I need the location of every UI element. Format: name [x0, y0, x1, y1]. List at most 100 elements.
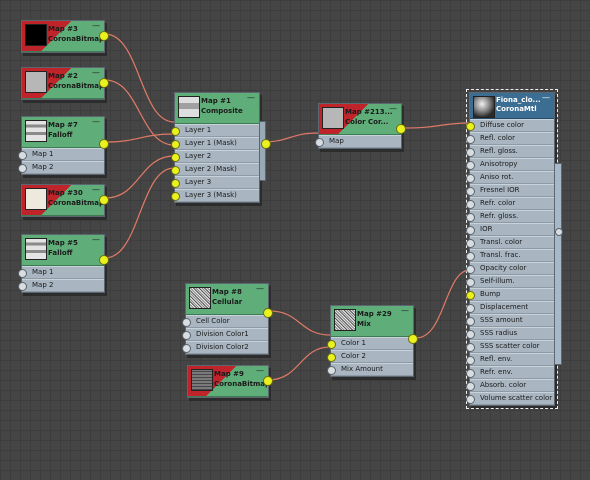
input-port[interactable]: Displacement [466, 301, 554, 314]
minimize-button[interactable]: — [92, 69, 100, 77]
input-socket[interactable] [466, 239, 475, 248]
input-port[interactable]: Refl. gloss. [466, 145, 554, 158]
input-port[interactable]: Cell Color [182, 315, 268, 328]
input-port[interactable]: SSS amount [466, 314, 554, 327]
output-socket[interactable] [261, 139, 271, 149]
input-port[interactable]: Map 1 [18, 148, 104, 161]
node-map7[interactable]: Map #7 Falloff — Map 1 Map 2 [18, 116, 109, 175]
node-header[interactable]: Fiona_clo... CoronaMtl — [470, 93, 554, 119]
input-port[interactable]: Transl. color [466, 236, 554, 249]
node-header[interactable]: Map #213... Color Cor... — [319, 104, 401, 135]
input-socket[interactable] [171, 127, 180, 136]
input-port[interactable]: SSS scatter color [466, 340, 554, 353]
input-socket[interactable] [466, 343, 475, 352]
minimize-button[interactable]: — [247, 94, 255, 102]
input-socket[interactable] [466, 356, 475, 365]
output-socket[interactable] [99, 195, 109, 205]
input-socket[interactable] [466, 122, 475, 131]
input-socket[interactable] [18, 269, 27, 278]
input-socket[interactable] [182, 318, 191, 327]
input-port[interactable]: Map [315, 135, 401, 148]
minimize-button[interactable]: — [92, 118, 100, 126]
output-socket[interactable] [99, 139, 109, 149]
input-port[interactable]: Refr. color [466, 197, 554, 210]
input-socket[interactable] [171, 192, 180, 201]
input-port[interactable]: Aniso rot. [466, 171, 554, 184]
input-socket[interactable] [466, 395, 475, 404]
input-socket[interactable] [466, 278, 475, 287]
input-socket[interactable] [327, 340, 336, 349]
input-port[interactable]: Layer 2 [171, 150, 259, 163]
node-header[interactable]: Map #29 Mix — [331, 306, 413, 337]
input-port[interactable]: Color 1 [327, 337, 413, 350]
minimize-button[interactable]: — [92, 186, 100, 194]
input-port[interactable]: Layer 3 [171, 176, 259, 189]
node-map2[interactable]: Map #2 CoronaBitmap — [21, 67, 109, 100]
input-socket[interactable] [171, 166, 180, 175]
input-socket[interactable] [466, 187, 475, 196]
input-socket[interactable] [466, 226, 475, 235]
input-socket[interactable] [18, 164, 27, 173]
input-port[interactable]: Map 1 [18, 266, 104, 279]
node-header[interactable]: Map #2 CoronaBitmap — [22, 68, 104, 99]
minimize-button[interactable]: — [256, 285, 264, 293]
input-port[interactable]: Refl. color [466, 132, 554, 145]
input-port[interactable]: Map 2 [18, 279, 104, 292]
input-socket[interactable] [182, 344, 191, 353]
input-port[interactable]: SSS radius [466, 327, 554, 340]
input-port[interactable]: Refr. gloss. [466, 210, 554, 223]
input-port[interactable]: Layer 2 (Mask) [171, 163, 259, 176]
minimize-button[interactable]: — [92, 236, 100, 244]
scroll-handle[interactable] [555, 228, 563, 236]
node-header[interactable]: Map #7 Falloff — [22, 117, 104, 148]
node-map5[interactable]: Map #5 Falloff — Map 1 Map 2 [18, 234, 109, 293]
output-socket[interactable] [99, 31, 109, 41]
input-socket[interactable] [466, 200, 475, 209]
output-socket[interactable] [263, 376, 273, 386]
input-port[interactable]: Diffuse color [466, 119, 554, 132]
input-socket[interactable] [466, 369, 475, 378]
input-socket[interactable] [327, 366, 336, 375]
input-port[interactable]: Map 2 [18, 161, 104, 174]
input-socket[interactable] [466, 382, 475, 391]
minimize-button[interactable]: — [401, 307, 409, 315]
minimize-button[interactable]: — [389, 105, 397, 113]
input-port[interactable]: Volume scatter color [466, 392, 554, 405]
input-port[interactable]: Anisotropy [466, 158, 554, 171]
input-socket[interactable] [466, 291, 475, 300]
input-port[interactable]: Division Color2 [182, 341, 268, 354]
input-port[interactable]: Bump [466, 288, 554, 301]
input-socket[interactable] [18, 282, 27, 291]
input-socket[interactable] [466, 317, 475, 326]
input-socket[interactable] [171, 179, 180, 188]
input-socket[interactable] [18, 151, 27, 160]
input-socket[interactable] [466, 265, 475, 274]
input-port[interactable]: IOR [466, 223, 554, 236]
input-socket[interactable] [315, 138, 324, 147]
input-port[interactable]: Transl. frac. [466, 249, 554, 262]
input-socket[interactable] [466, 148, 475, 157]
input-socket[interactable] [466, 304, 475, 313]
node-header[interactable]: Map #1 Composite — [175, 93, 259, 124]
input-socket[interactable] [466, 330, 475, 339]
input-port[interactable]: Absorb. color [466, 379, 554, 392]
node-map1[interactable]: Map #1 Composite — Layer 1 Layer 1 (Mask… [171, 92, 271, 203]
output-socket[interactable] [263, 308, 273, 318]
node-header[interactable]: Map #9 CoronaBitmap — [188, 366, 270, 397]
input-socket[interactable] [466, 135, 475, 144]
input-port[interactable]: Color 2 [327, 350, 413, 363]
input-socket[interactable] [466, 161, 475, 170]
node-map29[interactable]: Map #29 Mix — Color 1 Color 2 Mix Amount [327, 305, 418, 377]
input-socket[interactable] [466, 213, 475, 222]
node-map30[interactable]: Map #30 CoronaBitmap — [21, 184, 109, 217]
minimize-button[interactable]: — [92, 22, 100, 30]
input-port[interactable]: Layer 3 (Mask) [171, 189, 259, 202]
input-socket[interactable] [466, 174, 475, 183]
node-header[interactable]: Map #5 Falloff — [22, 235, 104, 266]
output-socket[interactable] [99, 255, 109, 265]
input-port[interactable]: Refr. env. [466, 366, 554, 379]
node-map9[interactable]: Map #9 CoronaBitmap — [187, 365, 273, 398]
minimize-button[interactable]: — [542, 94, 550, 102]
node-header[interactable]: Map #8 Cellular — [186, 284, 268, 315]
node-map3[interactable]: Map #3 CoronaBitmap — [21, 20, 109, 53]
